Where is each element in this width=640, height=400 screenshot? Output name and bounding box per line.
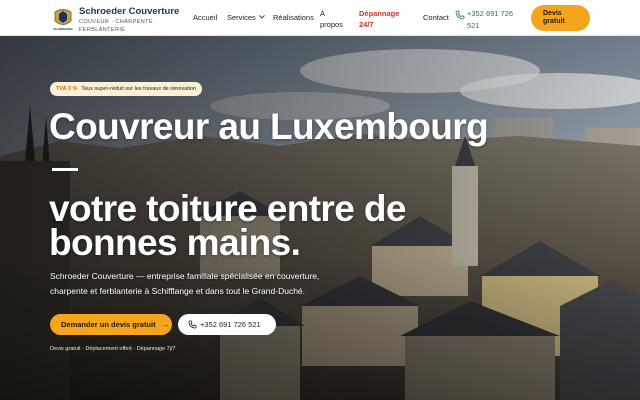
brand-name[interactable]: Schroeder Couverture: [79, 6, 179, 17]
nav-services-label: Services: [227, 13, 256, 22]
nav-apropos-line2: propos: [320, 20, 343, 29]
phone-icon: [455, 10, 465, 20]
nav-accueil[interactable]: Accueil: [193, 13, 217, 22]
nav-contact[interactable]: Contact: [423, 13, 449, 22]
nav-depannage[interactable]: Dépannage 24/7: [359, 8, 399, 30]
nav-depannage-line1: Dépannage: [359, 9, 400, 18]
crest-logo-icon[interactable]: SCHROEDER: [51, 6, 75, 32]
hero-title-line1: Couvreur au Luxembourg: [49, 106, 489, 147]
nav-apropos[interactable]: À propos: [320, 8, 343, 30]
hero-section: TVA 3 % Taux super-réduit sur les travaux…: [0, 36, 640, 400]
nav-services[interactable]: Services: [227, 13, 265, 22]
tva-badge-text: Taux super-réduit sur les travaux de rén…: [81, 86, 197, 92]
hero-lead-text: Schroeder Couverture — entreprise famili…: [50, 271, 320, 296]
hero-title-line3: bonnes mains.: [49, 222, 301, 263]
phone-icon: [188, 320, 197, 329]
request-quote-button[interactable]: Demander un devis gratuit →: [50, 314, 172, 335]
devis-button-line1: Devis: [543, 10, 562, 17]
call-phone-label: +352 691 726 521: [200, 320, 261, 329]
header-phone-number: +352 691 726 521: [467, 9, 514, 30]
tva-badge-accent: TVA 3 %: [56, 86, 78, 92]
request-quote-label: Demander un devis gratuit: [61, 320, 156, 329]
brand-tagline: Couveur · Charpente · Ferblanterie: [79, 19, 158, 33]
tva-badge: TVA 3 % Taux super-réduit sur les travaux…: [50, 82, 203, 96]
nav-depannage-line2: 24/7: [359, 20, 374, 29]
devis-button-line2: gratuit: [543, 18, 565, 25]
logo-text: SCHROEDER: [53, 27, 73, 31]
arrow-right-icon: →: [161, 320, 170, 329]
devis-gratuit-button[interactable]: Devis gratuit: [531, 5, 590, 31]
call-phone-button[interactable]: +352 691 726 521: [178, 314, 276, 335]
chevron-down-icon: [258, 15, 265, 19]
hero-footnote: Devis gratuit · Déplacement offert · Dép…: [50, 346, 176, 352]
site-header: SCHROEDER Schroeder Couverture Couveur ·…: [0, 0, 640, 36]
nav-realisations[interactable]: Réalisations: [273, 13, 314, 22]
title-divider: [52, 168, 78, 171]
nav-apropos-line1: À: [320, 9, 326, 18]
